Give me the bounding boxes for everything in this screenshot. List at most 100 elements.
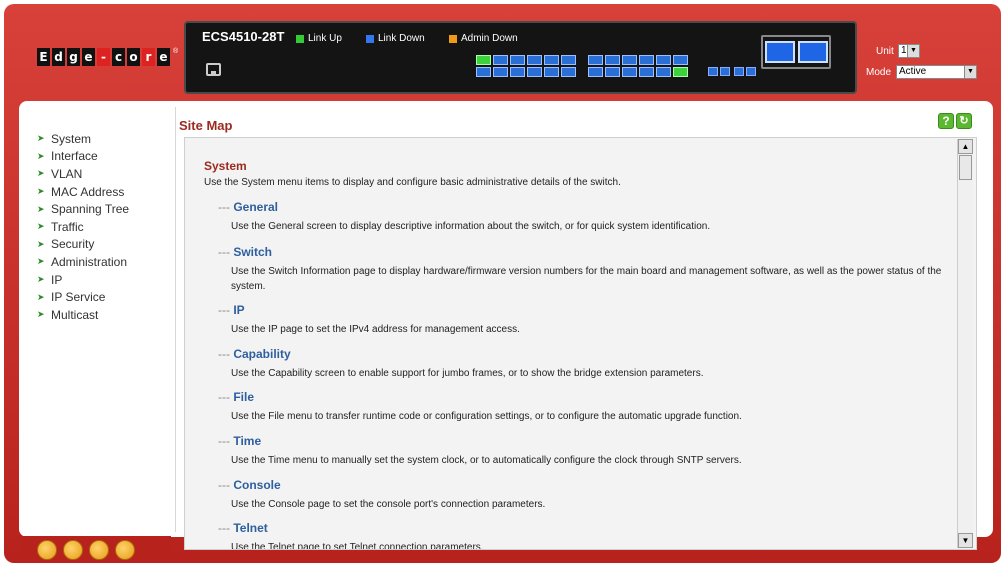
uplink-port-1[interactable] (765, 41, 795, 63)
port-12[interactable] (561, 67, 576, 77)
entry-description: Use the Time menu to manually set the sy… (231, 455, 742, 466)
site-map-content: System Use the System menu items to disp… (184, 137, 977, 550)
port-21[interactable] (656, 55, 671, 65)
sfp-port-28[interactable] (746, 67, 756, 76)
app-frame: Ed g e - c o r e ® ECS4510-28T Link Up Link Down… (4, 4, 1001, 563)
sidebar-item-interface[interactable]: ➤ Interface (37, 148, 172, 166)
port-20[interactable] (639, 67, 654, 77)
legend-admin-down: Admin Down (449, 33, 518, 44)
port-3[interactable] (493, 55, 508, 65)
arrow-right-icon: ➤ (37, 186, 45, 197)
sfp-port-27[interactable] (734, 67, 744, 76)
port-4[interactable] (493, 67, 508, 77)
help-icon[interactable]: ? (938, 113, 954, 129)
sidebar-item-administration[interactable]: ➤ Administration (37, 253, 172, 271)
sfp-port-25[interactable] (708, 67, 718, 76)
sidebar-item-traffic[interactable]: ➤ Traffic (37, 218, 172, 236)
unit-select[interactable]: 1 ▼ (898, 44, 920, 58)
web-icon[interactable] (115, 540, 135, 560)
site-map-entry: --- IP Use the IP page to set the IPv4 a… (218, 303, 958, 337)
port-16[interactable] (605, 67, 620, 77)
sidebar-item-mac-address[interactable]: ➤ MAC Address (37, 183, 172, 201)
port-22[interactable] (656, 67, 671, 77)
content-scrollbar[interactable]: ▲ ▼ (957, 139, 973, 548)
mode-label: Mode (866, 67, 892, 78)
arrow-right-icon: ➤ (37, 238, 45, 249)
section-description: Use the System menu items to display and… (204, 177, 621, 188)
port-10[interactable] (544, 67, 559, 77)
mode-select[interactable]: Active ▼ (896, 65, 977, 79)
arrow-right-icon: ➤ (37, 256, 45, 267)
entry-link-ip[interactable]: --- IP (218, 303, 958, 317)
port-18[interactable] (622, 67, 637, 77)
site-map-entry: --- Console Use the Console page to set … (218, 478, 958, 512)
link-down-swatch-icon (366, 34, 374, 43)
entry-link-general[interactable]: --- General (218, 200, 958, 214)
chevron-down-icon: ▼ (907, 45, 919, 57)
port-11[interactable] (561, 55, 576, 65)
arrow-right-icon: ➤ (37, 150, 45, 161)
port-8[interactable] (527, 67, 542, 77)
chevron-down-icon: ▼ (964, 66, 976, 78)
port-14[interactable] (588, 67, 603, 77)
entry-link-file[interactable]: --- File (218, 390, 958, 404)
unit-label: Unit (876, 46, 894, 57)
sidebar-item-ip-service[interactable]: ➤ IP Service (37, 288, 172, 306)
entry-link-capability[interactable]: --- Capability (218, 347, 958, 361)
site-map-entry: --- Time Use the Time menu to manually s… (218, 434, 958, 468)
arrow-right-icon: ➤ (37, 291, 45, 302)
entry-link-telnet[interactable]: --- Telnet (218, 521, 958, 535)
sidebar-item-system[interactable]: ➤ System (37, 130, 172, 148)
legend-link-down: Link Down (366, 33, 425, 44)
edgecore-logo: Ed g e - c o r e ® (37, 48, 178, 68)
uplink-ports (761, 35, 831, 69)
sidebar-item-security[interactable]: ➤ Security (37, 236, 172, 254)
back-icon[interactable] (63, 540, 83, 560)
port-6[interactable] (510, 67, 525, 77)
entry-description: Use the Capability screen to enable supp… (231, 368, 704, 379)
entry-link-console[interactable]: --- Console (218, 478, 958, 492)
port-23[interactable] (673, 55, 688, 65)
entry-link-time[interactable]: --- Time (218, 434, 958, 448)
uplink-port-2[interactable] (798, 41, 828, 63)
entry-description: Use the Console page to set the console … (231, 499, 546, 510)
arrow-right-icon: ➤ (37, 168, 45, 179)
console-port-icon[interactable] (206, 63, 221, 76)
port-9[interactable] (544, 55, 559, 65)
arrow-right-icon: ➤ (37, 133, 45, 144)
arrow-right-icon: ➤ (37, 203, 45, 214)
refresh-icon[interactable]: ↻ (956, 113, 972, 129)
port-24[interactable] (673, 67, 688, 77)
sidebar: ➤ System ➤ Interface ➤ VLAN ➤ MAC Address ➤ S… (37, 130, 172, 324)
entry-description: Use the General screen to display descri… (231, 221, 711, 232)
port-group-1 (476, 55, 576, 77)
switch-panel: ECS4510-28T Link Up Link Down Admin Down (184, 21, 857, 94)
port-15[interactable] (605, 55, 620, 65)
site-map-entry: --- Capability Use the Capability screen… (218, 347, 958, 381)
sidebar-item-spanning-tree[interactable]: ➤ Spanning Tree (37, 200, 172, 218)
model-name: ECS4510-28T (202, 29, 285, 44)
home-icon[interactable] (37, 540, 57, 560)
sidebar-divider (175, 107, 176, 532)
port-13[interactable] (588, 55, 603, 65)
mail-icon[interactable] (89, 540, 109, 560)
entry-link-switch[interactable]: --- Switch (218, 245, 958, 259)
port-2[interactable] (476, 67, 491, 77)
port-1[interactable] (476, 55, 491, 65)
entry-description: Use the IP page to set the IPv4 address … (231, 324, 520, 335)
link-up-swatch-icon (296, 34, 304, 43)
sidebar-item-ip[interactable]: ➤ IP (37, 271, 172, 289)
site-map-entry: --- Switch Use the Switch Information pa… (218, 245, 958, 294)
port-7[interactable] (527, 55, 542, 65)
scroll-down-icon[interactable]: ▼ (958, 533, 973, 548)
port-5[interactable] (510, 55, 525, 65)
sidebar-item-vlan[interactable]: ➤ VLAN (37, 165, 172, 183)
scroll-up-icon[interactable]: ▲ (958, 139, 973, 154)
sfp-port-26[interactable] (720, 67, 730, 76)
sidebar-item-multicast[interactable]: ➤ Multicast (37, 306, 172, 324)
port-17[interactable] (622, 55, 637, 65)
scrollbar-thumb[interactable] (959, 155, 972, 180)
site-map-entry: --- Telnet Use the Telnet page to set Te… (218, 521, 958, 549)
port-19[interactable] (639, 55, 654, 65)
site-map-entry: --- File Use the File menu to transfer r… (218, 390, 958, 424)
